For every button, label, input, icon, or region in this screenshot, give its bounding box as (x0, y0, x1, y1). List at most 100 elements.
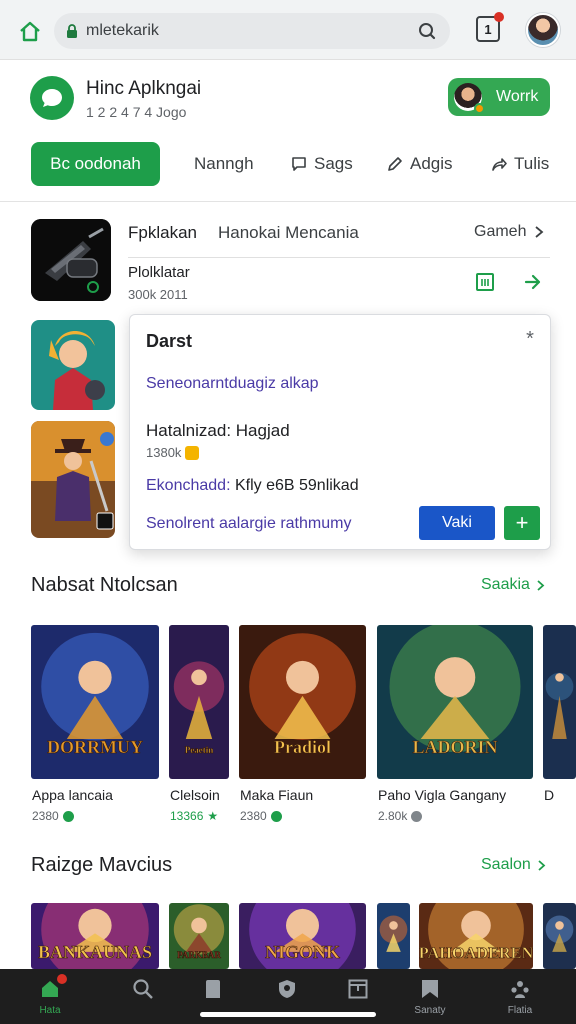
see-more-label: Saakia (481, 576, 530, 593)
check-icon (62, 810, 74, 822)
flag-icon (419, 978, 441, 1000)
featured-app-name: Plolklatar (128, 264, 190, 281)
svg-text:LADORIN: LADORIN (412, 737, 497, 757)
profile-avatar[interactable] (526, 13, 560, 47)
arrow-right-icon[interactable] (522, 271, 544, 293)
pencil-icon (388, 157, 402, 171)
game-title: Paho Vigla Gangany (378, 787, 507, 803)
svg-text:PAHOADEREN: PAHOADEREN (419, 943, 533, 962)
dot-icon (411, 810, 423, 822)
star-icon: ★ (207, 809, 219, 823)
search-icon (132, 978, 154, 1000)
popup-label: Hatalnizad: Hagjad (146, 421, 290, 440)
app-header: Hinc Aplkngai 1 2 2 4 7 4 Jogo Worrk (0, 60, 576, 140)
featured-count: 300k 2011 (128, 287, 188, 302)
game-cover-art: Peaetin (169, 625, 229, 779)
game-title: D (544, 787, 555, 803)
check-icon (270, 810, 282, 822)
game-meta: 13366 ★ (170, 809, 218, 823)
tab-label: Nanngh (194, 154, 254, 173)
popup-count: 1380k (146, 445, 200, 460)
section-title: Nabsat Ntolcsan (31, 574, 178, 596)
add-button[interactable]: + (504, 506, 540, 540)
save-icon[interactable] (474, 271, 496, 293)
tab-label: Sags (314, 154, 353, 173)
tab-tulis[interactable]: Tulis (490, 154, 549, 174)
close-icon[interactable]: * (520, 329, 540, 349)
nav-label: Hata (39, 1005, 61, 1016)
tab-primary[interactable]: Bc oodonah (31, 142, 160, 186)
game-title: Appa lancaia (32, 787, 113, 803)
see-more-label: Saalon (481, 856, 531, 873)
home-icon[interactable] (16, 18, 44, 46)
box-icon (347, 978, 369, 1000)
svg-text:PARKBAR: PARKBAR (177, 950, 221, 960)
browser-toolbar: mletekarik 1 (0, 0, 576, 60)
chevron-right-icon (538, 859, 546, 871)
featured-description: Hanokai Mencania (218, 223, 359, 242)
app-title: Hinc Aplkngai (86, 78, 202, 99)
home-indicator (200, 1012, 376, 1017)
game-meta-value: 2380 (240, 809, 267, 823)
address-bar[interactable]: mletekarik (54, 13, 450, 49)
featured-thumbnail[interactable] (31, 219, 111, 301)
see-more-link[interactable]: Saakia (481, 576, 545, 594)
popup-link[interactable]: Seneonarntduagiz alkap (146, 375, 319, 393)
chevron-right-icon (535, 226, 544, 238)
game-cover-art: LADORIN (377, 625, 533, 779)
nav-search[interactable] (107, 969, 179, 1024)
game-thumbnail[interactable] (31, 421, 115, 538)
notification-dot (57, 974, 67, 984)
home-icon (39, 974, 67, 1000)
category-nav: Bc oodonah Nanngh Sags Adgis Tulis (0, 140, 576, 202)
bookmark-icon (202, 978, 224, 1000)
shield-icon (276, 978, 298, 1000)
section-header: Raizge Mavcius Saalon (0, 850, 576, 882)
share-icon (492, 158, 507, 171)
svg-text:Peaetin: Peaetin (185, 745, 214, 755)
tab-nanngh[interactable]: Nanngh (194, 154, 254, 174)
game-thumbnail[interactable] (31, 320, 115, 410)
game-cover-art (543, 903, 576, 969)
tab-sags[interactable]: Sags (290, 154, 353, 174)
section-header: Nabsat Ntolcsan Saakia (0, 570, 576, 602)
nav-flag[interactable]: Sanaty (394, 969, 466, 1024)
game-cover-art: PAHOADEREN (419, 903, 533, 969)
featured-link-label: Gameh (474, 223, 527, 240)
people-icon (509, 978, 531, 1000)
nav-home[interactable]: Hata (14, 969, 86, 1024)
game-cover-art: NIGONK (239, 903, 366, 969)
game-meta-value: 2380 (32, 809, 59, 823)
nav-people[interactable]: Flatia (484, 969, 556, 1024)
game-title: Clelsoin (170, 787, 220, 803)
svg-text:Pradiol: Pradiol (274, 737, 331, 757)
tab-adgis[interactable]: Adgis (386, 154, 453, 174)
reload-icon[interactable] (416, 20, 438, 42)
tab-switcher-button[interactable]: 1 (476, 12, 504, 42)
game-meta-value: 13366 (170, 809, 204, 823)
game-cover-art: PARKBAR (169, 903, 229, 969)
game-cover-art: Pradiol (239, 625, 366, 779)
work-avatar (454, 83, 485, 114)
featured-title: Fpklakan (128, 223, 197, 242)
tab-count: 1 (484, 21, 492, 37)
featured-card: Fpklakan Hanokai Mencania Gameh Plolklat… (0, 203, 576, 313)
message-icon (292, 157, 306, 171)
nav-label: Flatia (507, 1005, 533, 1016)
featured-link[interactable]: Gameh (474, 223, 544, 241)
see-more-link[interactable]: Saalon (481, 856, 546, 874)
popup-title: Darst (146, 331, 193, 351)
status-dot (474, 103, 485, 114)
chevron-right-icon (537, 579, 545, 591)
chat-bubble-icon[interactable] (30, 76, 74, 120)
svg-text:DORRMUY: DORRMUY (47, 737, 143, 757)
popup-confirm-button[interactable]: Vaki (419, 506, 495, 540)
game-cover-art (543, 625, 576, 779)
emoji-icon (185, 445, 200, 460)
popup-secondary-link[interactable]: Senolrent aalargie rathmumy (146, 515, 351, 533)
url-text[interactable]: mletekarik (86, 22, 416, 40)
app-subtitle: 1 2 2 4 7 4 Jogo (86, 104, 187, 120)
game-meta: 2380 (32, 809, 74, 823)
svg-text:NIGONK: NIGONK (265, 942, 340, 962)
work-button[interactable]: Worrk (448, 78, 550, 116)
